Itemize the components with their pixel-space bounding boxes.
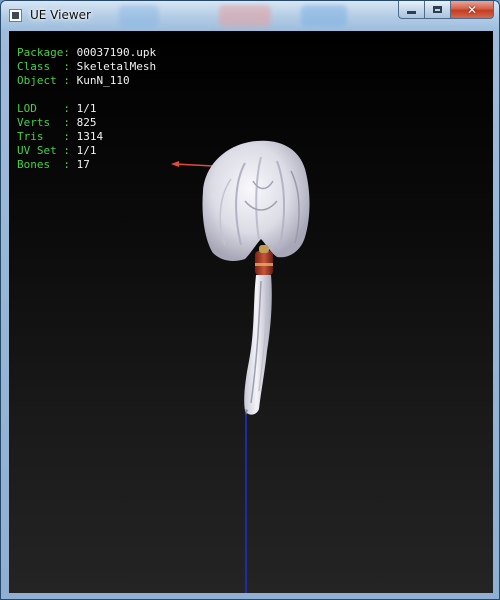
maximize-icon <box>433 6 442 13</box>
3d-viewport[interactable]: Package: 00037190.upk Class : SkeletalMe… <box>9 31 493 593</box>
verts-row: Verts : 825 <box>17 116 97 129</box>
minimize-button[interactable] <box>398 1 424 19</box>
tris-row: Tris : 1314 <box>17 130 104 143</box>
hair-tail <box>244 275 272 415</box>
close-button[interactable]: ✕ <box>450 1 494 19</box>
maximize-button[interactable] <box>424 1 450 19</box>
lod-value: 1/1 <box>76 102 97 115</box>
title-bar[interactable]: UE Viewer ✕ <box>1 1 499 31</box>
app-icon[interactable] <box>9 9 22 22</box>
class-value: SkeletalMesh <box>76 60 157 73</box>
mesh-info-overlay: Package: 00037190.upk Class : SkeletalMe… <box>17 46 156 172</box>
lod-row: LOD : 1/1 <box>17 102 97 115</box>
tris-value: 1314 <box>76 130 104 143</box>
x-axis-arrow <box>171 161 179 167</box>
window-title: UE Viewer <box>30 8 91 22</box>
minimize-icon <box>407 11 416 14</box>
bones-row: Bones : 17 <box>17 158 90 171</box>
class-row: Class : SkeletalMesh <box>17 60 157 73</box>
uvset-value: 1/1 <box>76 144 97 157</box>
x-axis-line <box>174 163 214 167</box>
package-value: 00037190.upk <box>76 46 157 59</box>
package-row: Package: 00037190.upk <box>17 46 157 59</box>
close-icon: ✕ <box>466 2 478 17</box>
ue-viewer-window: UE Viewer ✕ Package: 00037190.upk Class … <box>0 0 500 600</box>
caption-buttons: ✕ <box>398 1 494 20</box>
verts-value: 825 <box>76 116 97 129</box>
object-value: KunN_110 <box>76 74 130 87</box>
object-row: Object : KunN_110 <box>17 74 130 87</box>
bones-value: 17 <box>76 158 90 171</box>
uvset-row: UV Set : 1/1 <box>17 144 97 157</box>
